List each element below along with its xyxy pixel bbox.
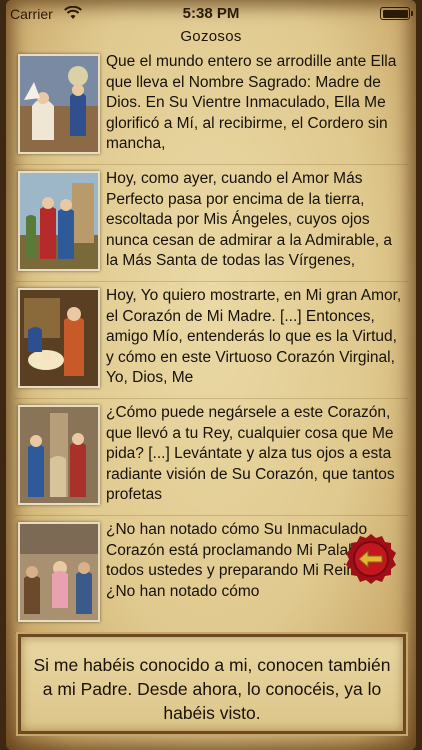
row-text: ¿Cómo puede negársele a este Corazón, qu… — [106, 404, 395, 503]
annunciation-image — [18, 54, 100, 154]
visitation-image — [18, 171, 100, 271]
list-item[interactable]: Que el mundo entero se arrodille ante El… — [14, 50, 408, 165]
battery-icon — [380, 7, 413, 20]
list-item[interactable]: Hoy, Yo quiero mostrarte, en Mi gran Amo… — [14, 284, 408, 399]
temple-image — [18, 522, 100, 622]
status-bar: Carrier 5:38 PM — [0, 0, 422, 28]
quote-panel: Si me habéis conocido a mi, conocen tamb… — [18, 634, 406, 734]
list-item[interactable]: ¿Cómo puede negársele a este Corazón, qu… — [14, 401, 408, 516]
row-text: Que el mundo entero se arrodille ante El… — [106, 53, 397, 152]
nativity-image — [18, 288, 100, 388]
list-item[interactable]: Hoy, como ayer, cuando el Amor Más Perfe… — [14, 167, 408, 282]
clock: 5:38 PM — [182, 5, 240, 22]
quote-text: Si me habéis conocido a mi, conocen tamb… — [33, 655, 391, 723]
back-button[interactable] — [344, 532, 398, 586]
row-text: Hoy, Yo quiero mostrarte, en Mi gran Amo… — [106, 287, 402, 386]
presentation-image — [18, 405, 100, 505]
page-title: Gozosos — [180, 28, 242, 45]
back-arrow-icon — [346, 534, 396, 584]
row-text: Hoy, como ayer, cuando el Amor Más Perfe… — [106, 170, 393, 269]
